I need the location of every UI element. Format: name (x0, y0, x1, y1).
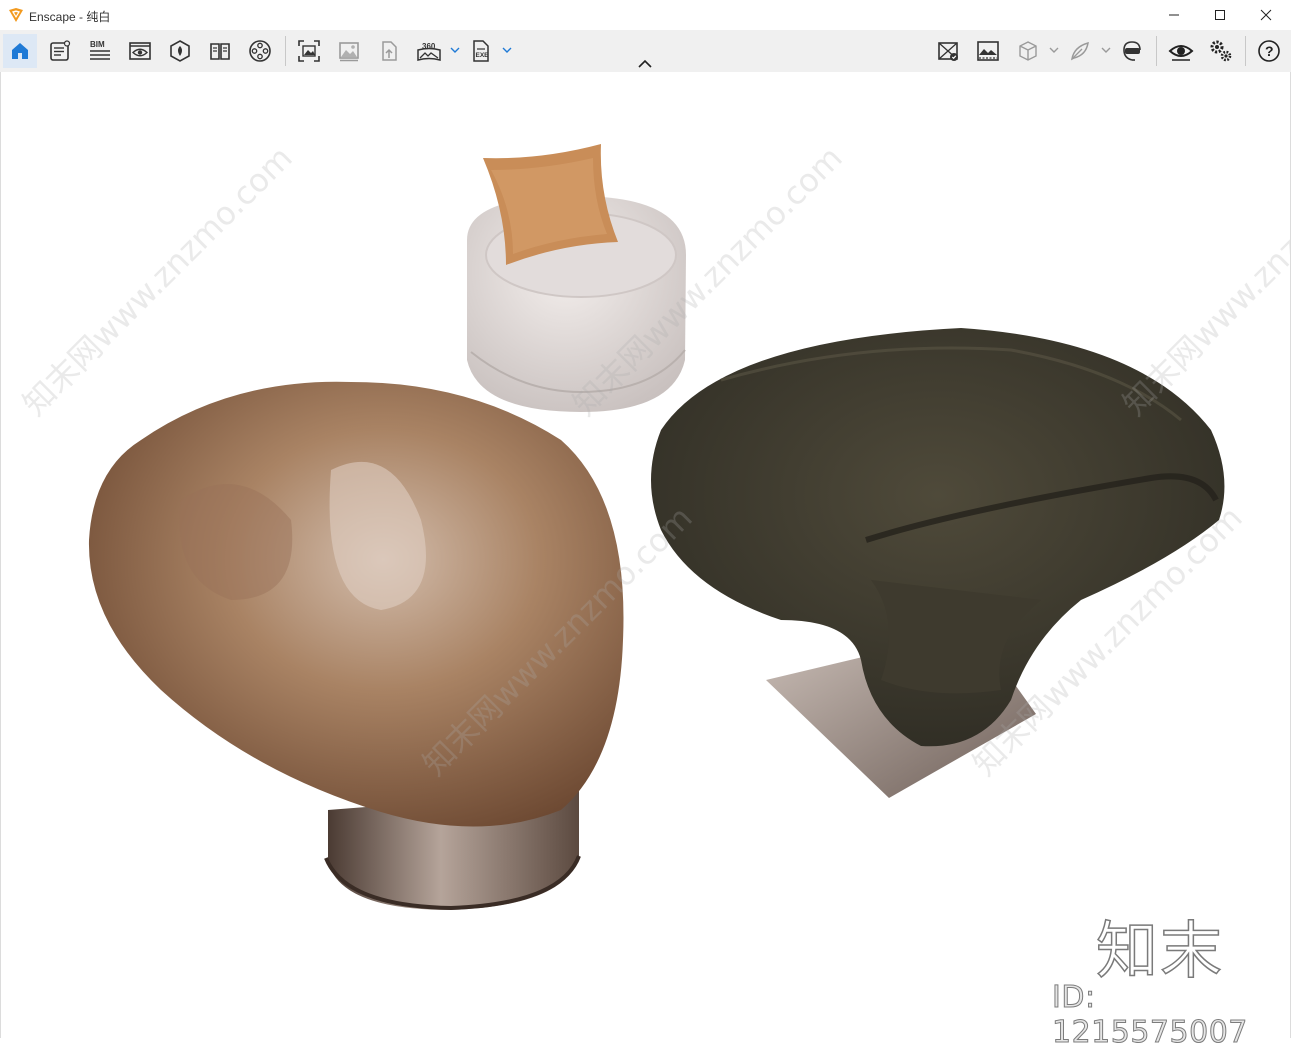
viewer-eye-icon (1168, 45, 1194, 61)
collapse-toolbar-chevron-up-icon[interactable] (636, 58, 654, 70)
help-button[interactable]: ? (1252, 34, 1286, 68)
notes-button[interactable] (43, 34, 77, 68)
ottoman-render (467, 144, 686, 412)
site-context-button[interactable] (163, 34, 197, 68)
close-button[interactable] (1243, 0, 1289, 30)
svg-text:EXE: EXE (476, 52, 490, 59)
bim-button[interactable]: BIM (83, 34, 117, 68)
home-icon (12, 43, 28, 59)
sync-views-button[interactable] (931, 34, 965, 68)
views-icon (129, 42, 151, 60)
watermark-id: ID: 1215575007 (1052, 980, 1248, 1050)
help-icon: ? (1258, 40, 1280, 62)
visual-settings-icon (977, 41, 999, 61)
close-icon (1260, 9, 1272, 21)
visual-settings-button[interactable] (971, 34, 1005, 68)
capture-3d-icon (1019, 41, 1037, 61)
bim-icon: BIM (90, 40, 110, 60)
export-exe-icon: EXE (473, 40, 490, 62)
sync-views-icon (938, 42, 958, 61)
svg-text:BIM: BIM (90, 40, 105, 49)
notes-icon (50, 40, 71, 61)
capture-3d-dropdown-chevron-icon[interactable] (1049, 45, 1059, 55)
maximize-button[interactable] (1197, 0, 1243, 30)
views-button[interactable] (123, 34, 157, 68)
watermark-logo: 知末 (1095, 913, 1225, 988)
upload-icon (382, 41, 397, 61)
screenshot-icon (298, 40, 320, 62)
material-library-button[interactable] (203, 34, 237, 68)
site-context-icon (170, 40, 190, 62)
vr-headset-button[interactable] (1115, 34, 1149, 68)
render-viewport[interactable]: 知末网www.znzmo.com 知末网www.znzmo.com 知末网www… (0, 72, 1291, 1038)
home-button[interactable] (3, 34, 37, 68)
svg-text:?: ? (1265, 43, 1274, 59)
toolbar-separator (1245, 36, 1246, 66)
svg-text:360: 360 (422, 42, 436, 51)
minimize-button[interactable] (1151, 0, 1197, 30)
minimize-icon (1169, 14, 1179, 16)
asset-library-button[interactable] (1063, 34, 1097, 68)
panorama-360-icon: 360 (417, 42, 441, 61)
viewer-eye-button[interactable] (1164, 34, 1198, 68)
capture-3d-button[interactable] (1011, 34, 1045, 68)
enscape-logo-icon (9, 8, 23, 22)
panorama-360-dropdown-chevron-icon[interactable] (450, 45, 460, 55)
asset-library-icon (1071, 41, 1089, 61)
upload-button[interactable] (372, 34, 406, 68)
maximize-icon (1215, 10, 1225, 20)
export-exe-button[interactable]: EXE (464, 34, 498, 68)
batch-render-icon (339, 42, 359, 62)
video-editor-button[interactable] (243, 34, 277, 68)
batch-render-button[interactable] (332, 34, 366, 68)
title-bar: Enscape - 纯白 (0, 0, 1291, 30)
window-title: Enscape - 纯白 (29, 10, 111, 24)
settings-gears-icon (1210, 40, 1232, 62)
screenshot-button[interactable] (292, 34, 326, 68)
video-editor-icon (249, 40, 271, 62)
material-library-icon (210, 43, 230, 60)
settings-button[interactable] (1204, 34, 1238, 68)
toolbar-separator (285, 36, 286, 66)
panorama-360-button[interactable]: 360 (412, 34, 446, 68)
vr-headset-icon (1123, 41, 1141, 61)
export-exe-dropdown-chevron-icon[interactable] (502, 45, 512, 55)
toolbar-separator (1156, 36, 1157, 66)
asset-library-dropdown-chevron-icon[interactable] (1101, 45, 1111, 55)
